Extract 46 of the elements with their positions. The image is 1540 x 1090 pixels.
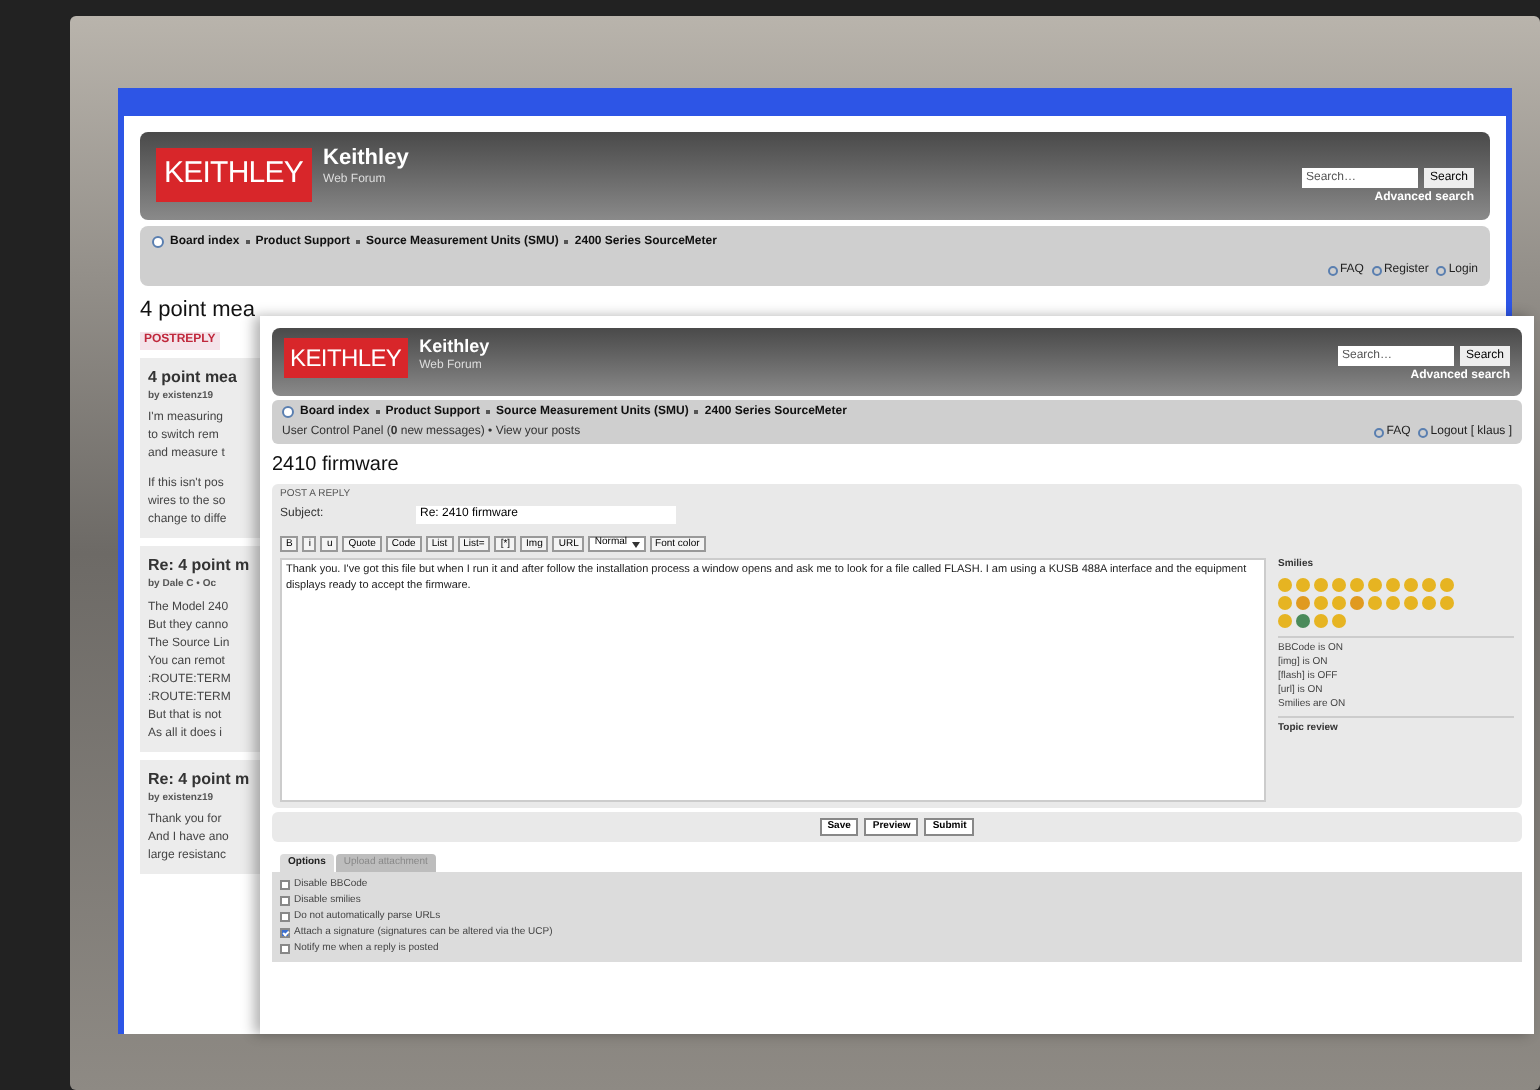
caret-icon	[631, 541, 640, 547]
topic-title: 4 point mea	[140, 296, 257, 326]
post-title[interactable]: Re: 4 point m	[148, 554, 256, 578]
smiley-icon[interactable]	[1368, 595, 1382, 609]
smiley-icon[interactable]	[1278, 613, 1292, 627]
smiley-icon[interactable]	[1440, 595, 1454, 609]
separator-icon	[375, 410, 380, 414]
separator-icon	[694, 410, 699, 414]
smiley-icon[interactable]	[1350, 577, 1364, 591]
smiley-icon[interactable]	[1314, 613, 1328, 627]
checkbox[interactable]	[280, 880, 290, 890]
separator-icon	[356, 240, 361, 244]
smiley-icon[interactable]	[1296, 595, 1310, 609]
brand-logo[interactable]: KEITHLEY	[284, 338, 408, 378]
smiley-icon[interactable]	[1332, 595, 1346, 609]
smiley-icon[interactable]	[1350, 595, 1364, 609]
site-title: Keithley	[419, 338, 490, 356]
separator-icon	[564, 240, 569, 244]
smiley-icon[interactable]	[1332, 613, 1346, 627]
checkbox[interactable]	[280, 944, 290, 954]
smiley-icon[interactable]	[1386, 577, 1400, 591]
post-title[interactable]: Re: 4 point m	[148, 767, 256, 791]
smiley-icon[interactable]	[1296, 577, 1310, 591]
smiley-icon[interactable]	[1368, 577, 1382, 591]
checkmark-icon	[281, 929, 289, 937]
checkbox[interactable]	[280, 928, 290, 938]
smiley-icon[interactable]	[1278, 577, 1292, 591]
smiley-icon[interactable]	[1404, 577, 1418, 591]
smiley-icon[interactable]	[1386, 595, 1400, 609]
smiley-icon[interactable]	[1278, 595, 1292, 609]
smiley-icon[interactable]	[1404, 595, 1418, 609]
post-title[interactable]: 4 point mea	[148, 365, 256, 389]
checkbox[interactable]	[280, 912, 290, 922]
site-title: Keithley	[323, 148, 409, 170]
smiley-icon[interactable]	[1296, 613, 1310, 627]
separator-icon	[245, 240, 250, 244]
smiley-icon[interactable]	[1332, 577, 1346, 591]
smiley-icon[interactable]	[1422, 577, 1436, 591]
separator-icon	[486, 410, 491, 414]
smiley-icon[interactable]	[1422, 595, 1436, 609]
smiley-icon[interactable]	[1314, 595, 1328, 609]
checkbox[interactable]	[280, 896, 290, 906]
topic-title: 2410 firmware	[272, 452, 401, 480]
brand-logo[interactable]: KEITHLEY	[156, 148, 312, 201]
smiley-icon[interactable]	[1440, 577, 1454, 591]
smiley-icon[interactable]	[1314, 577, 1328, 591]
